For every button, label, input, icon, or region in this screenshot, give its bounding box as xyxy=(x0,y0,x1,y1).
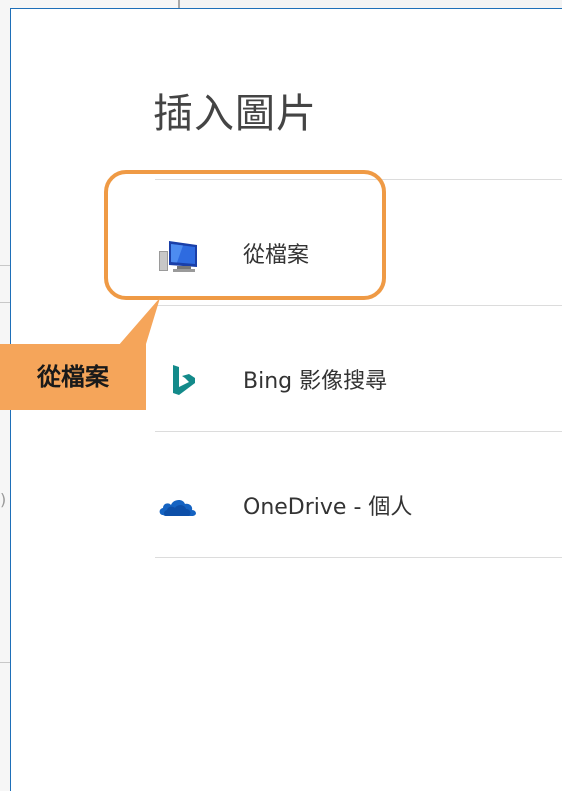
bing-icon xyxy=(173,365,195,395)
highlight-outline xyxy=(104,170,386,300)
option-label: OneDrive - 個人 xyxy=(243,495,413,520)
onedrive-icon xyxy=(159,499,196,516)
callout-label: 從檔案 xyxy=(37,363,109,391)
separator xyxy=(155,305,562,306)
dialog-title: 插入圖片 xyxy=(153,91,317,137)
option-bing-image-search[interactable]: Bing 影像搜尋 xyxy=(143,325,562,425)
separator xyxy=(155,431,562,432)
background-window-edge xyxy=(178,0,180,8)
option-label: Bing 影像搜尋 xyxy=(243,369,388,394)
option-onedrive[interactable]: OneDrive - 個人 xyxy=(143,451,562,551)
screen: ) 插入圖片 從檔案 Bing 影像搜尋 OneDrive - 個人 從檔案 xyxy=(0,0,562,791)
separator xyxy=(155,557,562,558)
background-glyph: ) xyxy=(0,490,7,509)
